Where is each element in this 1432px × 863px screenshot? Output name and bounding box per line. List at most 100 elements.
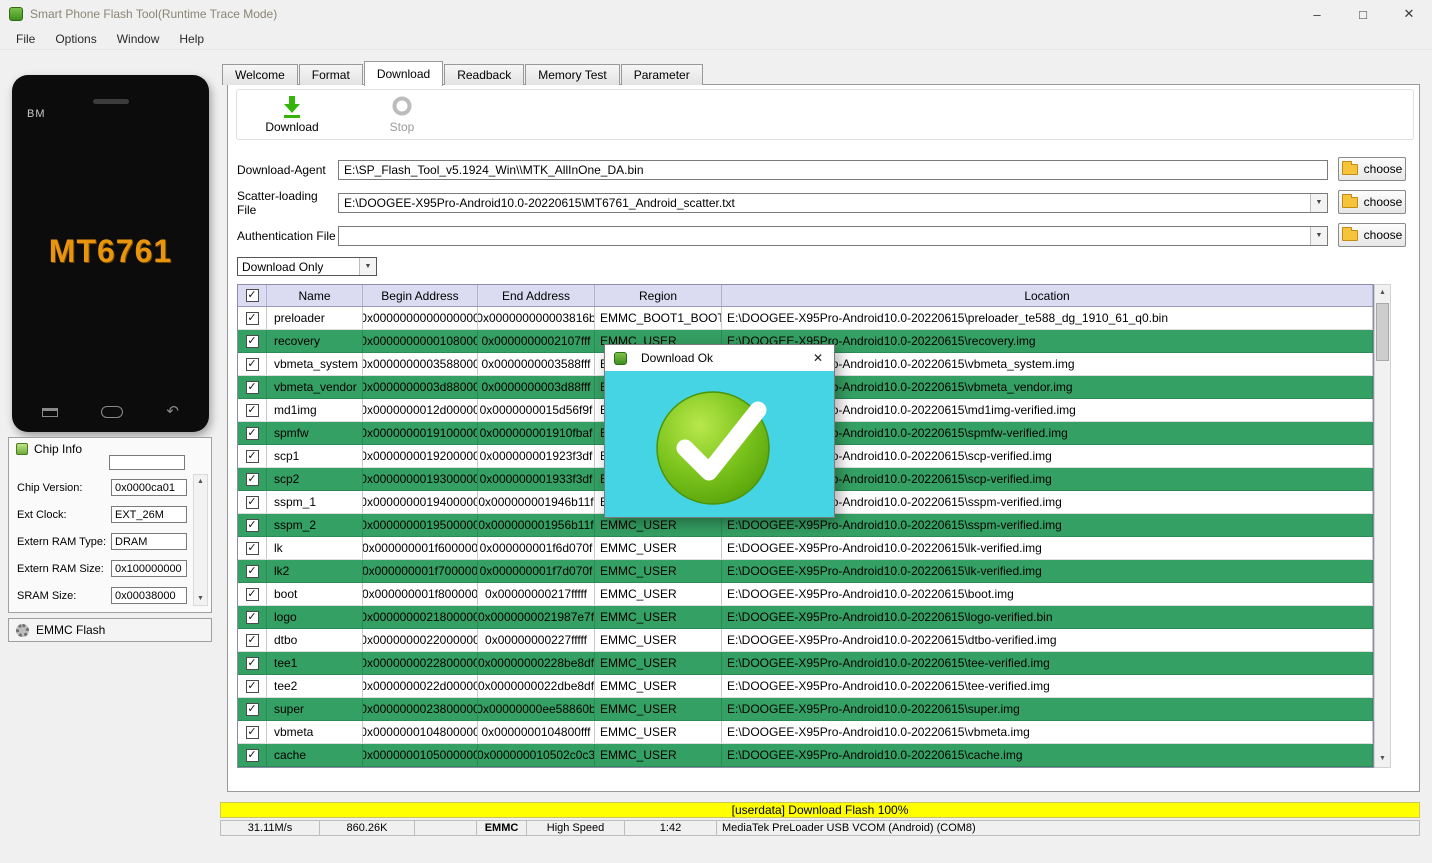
- partition-row-tee1[interactable]: ✓tee10x00000000228000000x00000000228be8d…: [238, 652, 1373, 675]
- partition-name-cell: recovery: [267, 330, 363, 352]
- column-header-location[interactable]: Location: [722, 285, 1373, 306]
- scroll-down-icon[interactable]: ▼: [1375, 751, 1390, 767]
- dialog-close-icon[interactable]: ✕: [802, 345, 834, 371]
- end-address-cell: 0x000000001956b11f: [478, 514, 595, 536]
- menu-window[interactable]: Window: [107, 30, 170, 48]
- auth-file-input[interactable]: [339, 227, 1310, 245]
- chip-info-row: Extern RAM Type:: [17, 528, 187, 555]
- scroll-up-icon[interactable]: ▲: [1375, 285, 1390, 301]
- row-checkbox[interactable]: ✓: [246, 450, 259, 463]
- download-agent-choose-button[interactable]: choose: [1338, 157, 1406, 181]
- row-checkbox-cell: ✓: [238, 445, 267, 467]
- column-header-begin-address[interactable]: Begin Address: [363, 285, 478, 306]
- tab-download[interactable]: Download: [364, 61, 443, 86]
- tab-welcome[interactable]: Welcome: [222, 64, 298, 85]
- stop-action-label: Stop: [390, 120, 415, 134]
- status-usb-mode: High Speed: [527, 820, 625, 836]
- scroll-up-icon[interactable]: ▲: [194, 475, 207, 488]
- end-address-cell: 0x0000000003588fff: [478, 353, 595, 375]
- table-scrollbar[interactable]: ▲ ▼: [1374, 284, 1391, 768]
- auth-file-choose-button[interactable]: choose: [1338, 223, 1406, 247]
- row-checkbox[interactable]: ✓: [246, 404, 259, 417]
- row-checkbox[interactable]: ✓: [246, 427, 259, 440]
- select-all-checkbox[interactable]: ✓: [246, 289, 259, 302]
- tab-format[interactable]: Format: [299, 64, 363, 85]
- tab-readback[interactable]: Readback: [444, 64, 524, 85]
- chip-field-partial-input[interactable]: [109, 455, 185, 470]
- stop-icon: [390, 95, 414, 119]
- partition-row-logo[interactable]: ✓logo0x00000000218000000x0000000021987e7…: [238, 606, 1373, 629]
- download-action-button[interactable]: Download: [260, 95, 324, 134]
- stop-action-button[interactable]: Stop: [370, 95, 434, 134]
- row-checkbox[interactable]: ✓: [246, 588, 259, 601]
- row-checkbox[interactable]: ✓: [246, 358, 259, 371]
- scatter-file-combo[interactable]: ▼: [338, 193, 1328, 213]
- chip-info-row: SRAM Size:: [17, 582, 187, 609]
- chip-field-input[interactable]: [111, 479, 187, 496]
- row-checkbox[interactable]: ✓: [246, 703, 259, 716]
- end-address-cell: 0x0000000015d56f9f: [478, 399, 595, 421]
- row-checkbox[interactable]: ✓: [246, 565, 259, 578]
- row-checkbox[interactable]: ✓: [246, 680, 259, 693]
- scatter-file-input[interactable]: [339, 194, 1310, 212]
- row-checkbox[interactable]: ✓: [246, 335, 259, 348]
- partition-row-lk[interactable]: ✓lk0x000000001f6000000x000000001f6d070fE…: [238, 537, 1373, 560]
- row-checkbox-cell: ✓: [238, 537, 267, 559]
- row-checkbox[interactable]: ✓: [246, 312, 259, 325]
- row-checkbox[interactable]: ✓: [246, 519, 259, 532]
- chip-field-label: Ext Clock:: [17, 509, 111, 521]
- partition-row-dtbo[interactable]: ✓dtbo0x00000000220000000x00000000227ffff…: [238, 629, 1373, 652]
- end-address-cell: 0x0000000003d88fff: [478, 376, 595, 398]
- row-checkbox[interactable]: ✓: [246, 749, 259, 762]
- column-header-name[interactable]: Name: [267, 285, 363, 306]
- begin-address-cell: 0x0000000000000000: [363, 307, 478, 329]
- chip-field-input[interactable]: [111, 560, 187, 577]
- partition-row-vbmeta[interactable]: ✓vbmeta0x00000001048000000x0000000104800…: [238, 721, 1373, 744]
- status-speed: 31.11M/s: [220, 820, 320, 836]
- row-checkbox[interactable]: ✓: [246, 496, 259, 509]
- row-checkbox[interactable]: ✓: [246, 611, 259, 624]
- close-icon[interactable]: ✕: [1386, 0, 1432, 28]
- row-checkbox[interactable]: ✓: [246, 381, 259, 394]
- tab-parameter[interactable]: Parameter: [621, 64, 703, 85]
- partition-row-lk2[interactable]: ✓lk20x000000001f7000000x000000001f7d070f…: [238, 560, 1373, 583]
- chip-field-input[interactable]: [111, 587, 187, 604]
- scrollbar-thumb[interactable]: [1376, 303, 1389, 361]
- begin-address-cell: 0x0000000104800000: [363, 721, 478, 743]
- chip-field-input[interactable]: [111, 506, 187, 523]
- row-checkbox[interactable]: ✓: [246, 473, 259, 486]
- partition-name-cell: sspm_2: [267, 514, 363, 536]
- partition-row-tee2[interactable]: ✓tee20x0000000022d000000x0000000022dbe8d…: [238, 675, 1373, 698]
- partition-row-preloader[interactable]: ✓preloader0x00000000000000000x0000000000…: [238, 307, 1373, 330]
- partition-name-cell: lk2: [267, 560, 363, 582]
- end-address-cell: 0x000000000003816b: [478, 307, 595, 329]
- emmc-flash-panel[interactable]: EMMC Flash: [8, 618, 212, 642]
- row-checkbox[interactable]: ✓: [246, 634, 259, 647]
- maximize-icon[interactable]: □: [1340, 0, 1386, 28]
- status-empty-cell: [415, 820, 477, 836]
- chip-info-scrollbar[interactable]: ▲ ▼: [193, 474, 208, 606]
- menu-help[interactable]: Help: [169, 30, 214, 48]
- partition-row-boot[interactable]: ✓boot0x000000001f8000000x00000000217ffff…: [238, 583, 1373, 606]
- row-checkbox-cell: ✓: [238, 652, 267, 674]
- row-checkbox[interactable]: ✓: [246, 657, 259, 670]
- menu-file[interactable]: File: [6, 30, 45, 48]
- minimize-icon[interactable]: –: [1294, 0, 1340, 28]
- row-checkbox[interactable]: ✓: [246, 726, 259, 739]
- menu-options[interactable]: Options: [45, 30, 106, 48]
- tab-memory-test[interactable]: Memory Test: [525, 64, 619, 85]
- auth-file-combo[interactable]: ▼: [338, 226, 1328, 246]
- download-mode-select[interactable]: Download Only ▼: [237, 257, 377, 276]
- scatter-file-choose-button[interactable]: choose: [1338, 190, 1406, 214]
- scroll-down-icon[interactable]: ▼: [194, 592, 207, 605]
- chevron-down-icon[interactable]: ▼: [359, 258, 376, 275]
- chip-field-input[interactable]: [111, 533, 187, 550]
- column-header-end-address[interactable]: End Address: [478, 285, 595, 306]
- chevron-down-icon[interactable]: ▼: [1310, 227, 1327, 245]
- download-agent-input[interactable]: [338, 160, 1328, 180]
- partition-row-cache[interactable]: ✓cache0x00000001050000000x000000010502c0…: [238, 744, 1373, 767]
- row-checkbox[interactable]: ✓: [246, 542, 259, 555]
- column-header-region[interactable]: Region: [595, 285, 722, 306]
- partition-row-super[interactable]: ✓super0x00000000238000000x00000000ee5886…: [238, 698, 1373, 721]
- chevron-down-icon[interactable]: ▼: [1310, 194, 1327, 212]
